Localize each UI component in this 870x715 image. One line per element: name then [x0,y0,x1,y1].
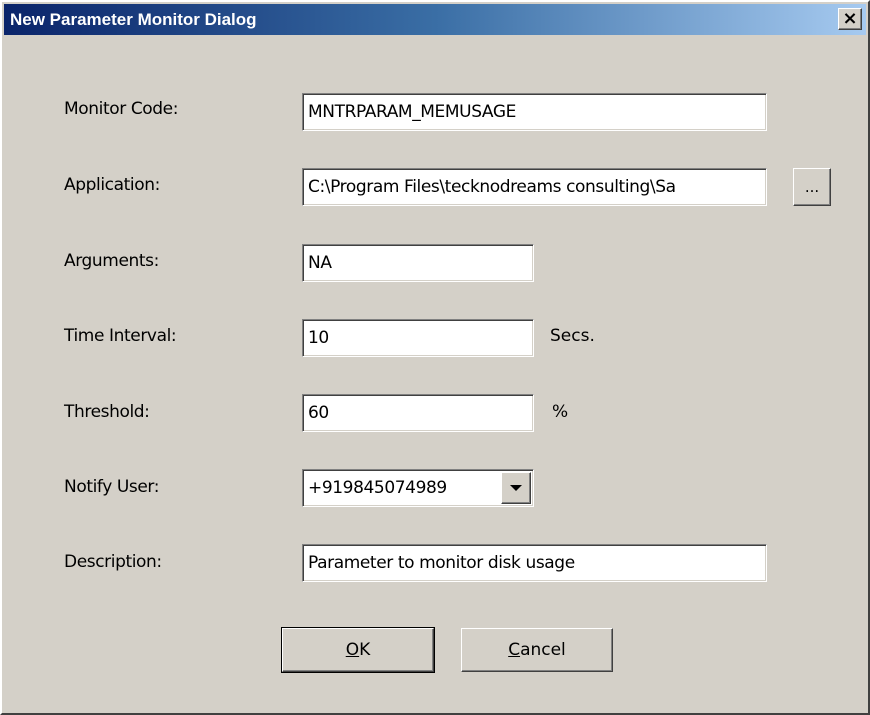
monitor-code-value: MNTRPARAM_MEMUSAGE [308,102,516,122]
notify-user-value: +919845074989 [308,478,447,498]
threshold-label: Threshold: [64,402,150,422]
notify-user-dropdown-button[interactable] [501,472,531,504]
monitor-code-label: Monitor Code: [64,99,179,119]
description-input[interactable]: Parameter to monitor disk usage [302,544,767,582]
time-interval-value: 10 [308,328,329,348]
application-label: Application: [64,175,160,195]
monitor-code-input[interactable]: MNTRPARAM_MEMUSAGE [302,93,767,131]
time-interval-label: Time Interval: [64,326,177,346]
parameter-monitor-dialog: New Parameter Monitor Dialog × Monitor C… [0,0,870,715]
browse-button-label: ... [804,178,820,196]
notify-user-select[interactable]: +919845074989 [302,469,534,507]
close-icon: × [842,8,858,29]
threshold-input[interactable]: 60 [302,394,534,432]
application-value: C:\Program Files\tecknodreams consulting… [308,177,676,197]
cancel-button-label: Cancel [508,640,566,660]
close-button[interactable]: × [838,8,862,30]
arguments-label: Arguments: [64,251,159,271]
time-interval-unit: Secs. [550,326,595,346]
threshold-value: 60 [308,403,329,423]
title-bar[interactable]: New Parameter Monitor Dialog × [4,4,866,35]
browse-button[interactable]: ... [793,168,831,206]
arguments-input[interactable]: NA [302,244,534,282]
window-title: New Parameter Monitor Dialog [10,9,257,29]
time-interval-input[interactable]: 10 [302,319,534,357]
chevron-down-icon [510,485,522,491]
cancel-button[interactable]: Cancel [461,628,613,672]
notify-user-label: Notify User: [64,477,160,497]
application-input[interactable]: C:\Program Files\tecknodreams consulting… [302,168,767,206]
description-value: Parameter to monitor disk usage [308,553,575,573]
ok-button[interactable]: OK [281,627,435,673]
threshold-unit: % [552,402,569,422]
ok-button-label: OK [345,640,371,660]
description-label: Description: [64,552,162,572]
arguments-value: NA [308,253,332,273]
